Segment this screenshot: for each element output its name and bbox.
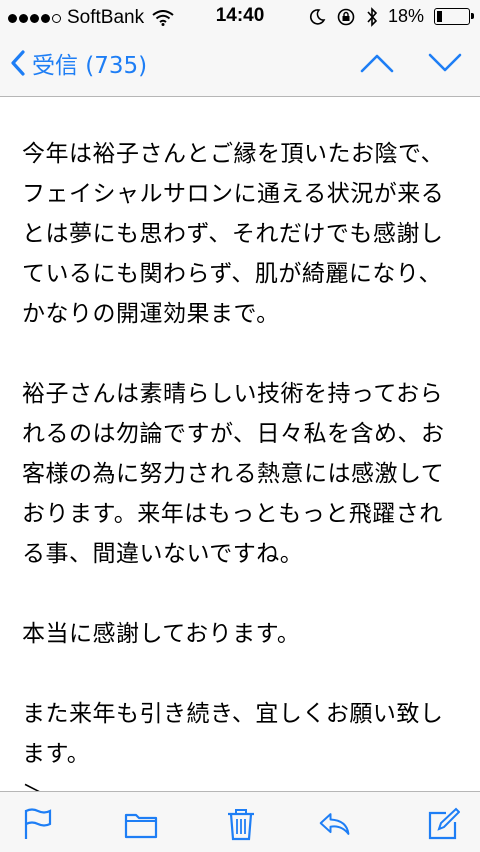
back-label: 受信 (735) — [32, 53, 148, 79]
reply-icon[interactable] — [318, 807, 352, 841]
battery-icon — [434, 8, 474, 25]
moon-icon — [309, 8, 326, 25]
battery-percent: 18% — [387, 6, 424, 26]
battery-fill — [437, 11, 442, 22]
chevron-down-icon[interactable] — [428, 52, 462, 74]
quote-marker: ＞ — [22, 774, 462, 792]
status-bar: SoftBank 14:40 18% — [0, 0, 480, 34]
trash-icon[interactable] — [224, 807, 258, 841]
message-navigation — [360, 52, 462, 74]
bottom-toolbar — [0, 791, 480, 852]
folder-icon[interactable] — [124, 807, 158, 841]
flag-icon[interactable] — [20, 807, 54, 841]
rotation-lock-icon — [337, 8, 355, 25]
message-body: 今年は裕子さんとご縁を頂いたお陰で、フェイシャルサロンに通える状況が来るとは夢に… — [22, 96, 462, 792]
status-right: 18% — [308, 6, 474, 27]
message-paragraph: 裕子さんは素晴らしい技術を持っておられるのは勿論ですが、日々私を含め、お客様の為… — [22, 381, 445, 567]
chevron-left-icon — [11, 50, 25, 76]
message-paragraph: また来年も引き続き、宜しくお願い致します。 — [22, 701, 444, 767]
nav-bar: 受信 (735) — [0, 34, 480, 97]
back-button[interactable]: 受信 (735) — [10, 46, 147, 80]
compose-icon[interactable] — [426, 807, 460, 841]
bluetooth-icon — [367, 6, 378, 27]
message-paragraph: 本当に感謝しております。 — [22, 621, 301, 647]
chevron-up-icon[interactable] — [360, 52, 394, 74]
message-paragraph: 今年は裕子さんとご縁を頂いたお陰で、フェイシャルサロンに通える状況が来るとは夢に… — [22, 141, 445, 327]
